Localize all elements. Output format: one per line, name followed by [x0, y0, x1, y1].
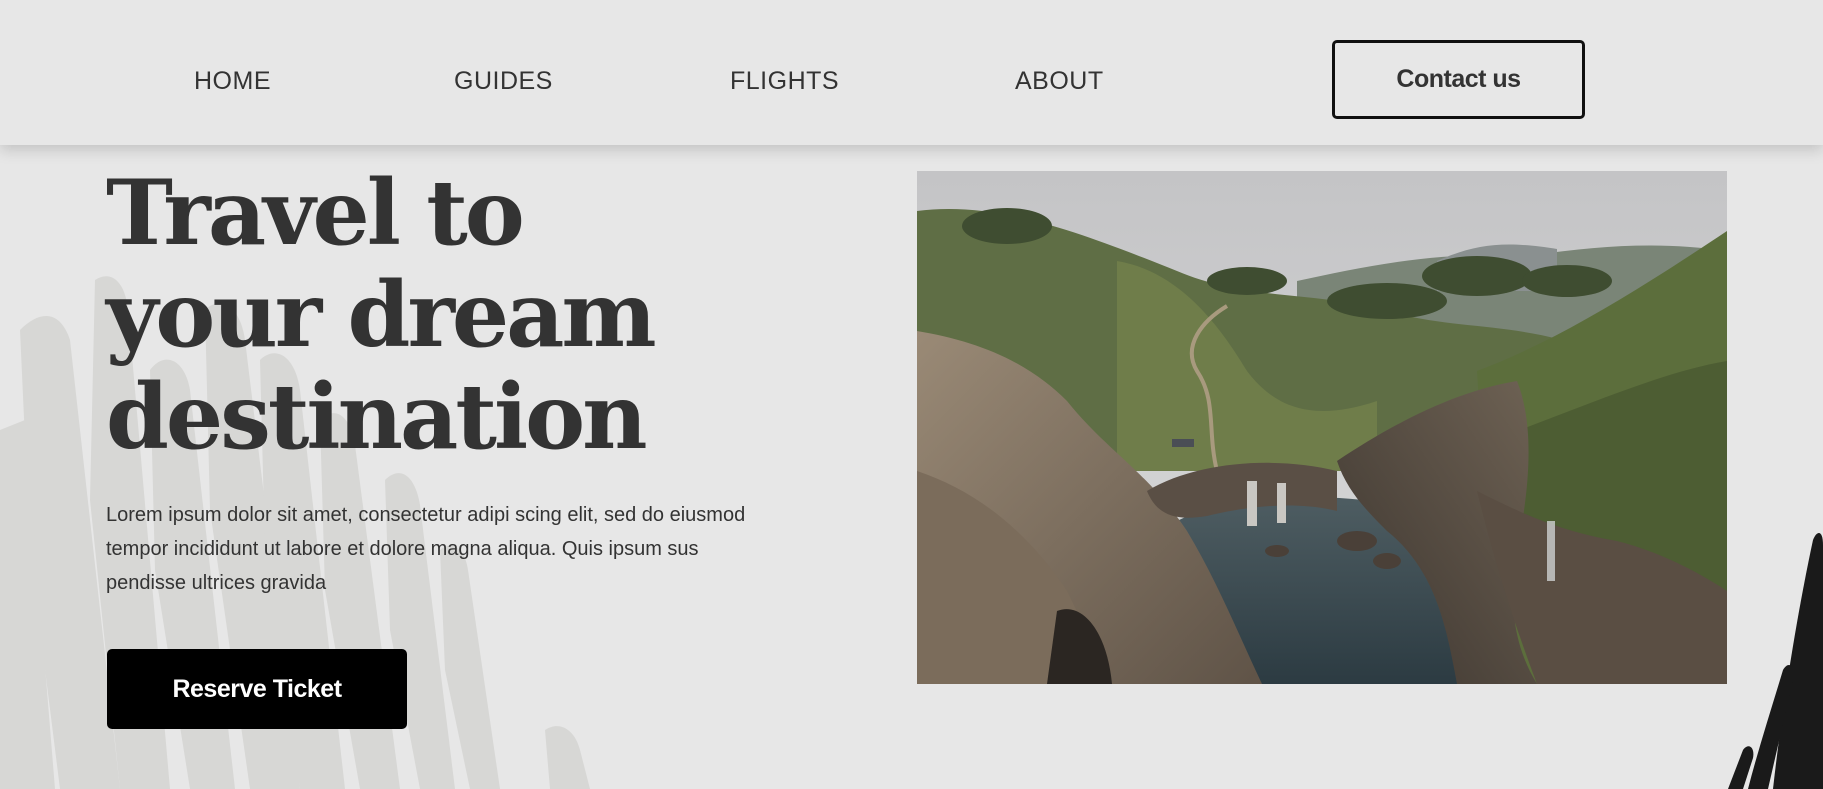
hero-description: Lorem ipsum dolor sit amet, consectetur …: [106, 504, 746, 594]
nav-link-flights[interactable]: FLIGHTS: [730, 60, 839, 102]
hero-landscape-image: [917, 171, 1727, 684]
nav-link-guides[interactable]: GUIDES: [454, 60, 553, 102]
hero-title-line-1: Travel to: [106, 160, 525, 266]
hero-title-line-3: destination: [106, 364, 648, 470]
nav-link-about[interactable]: ABOUT: [1015, 60, 1104, 102]
nav-link-home[interactable]: HOME: [194, 60, 271, 102]
brush-stroke-decoration-right: [1728, 533, 1823, 789]
site-header: HOME GUIDES FLIGHTS ABOUT Contact us: [0, 0, 1823, 145]
hero-title-line-2: your dream: [106, 262, 657, 368]
contact-us-button[interactable]: Contact us: [1332, 40, 1585, 119]
reserve-ticket-button[interactable]: Reserve Ticket: [107, 649, 407, 729]
coastal-landscape-icon: [917, 171, 1727, 684]
hero-title: Travel to your dream destination: [106, 162, 826, 468]
